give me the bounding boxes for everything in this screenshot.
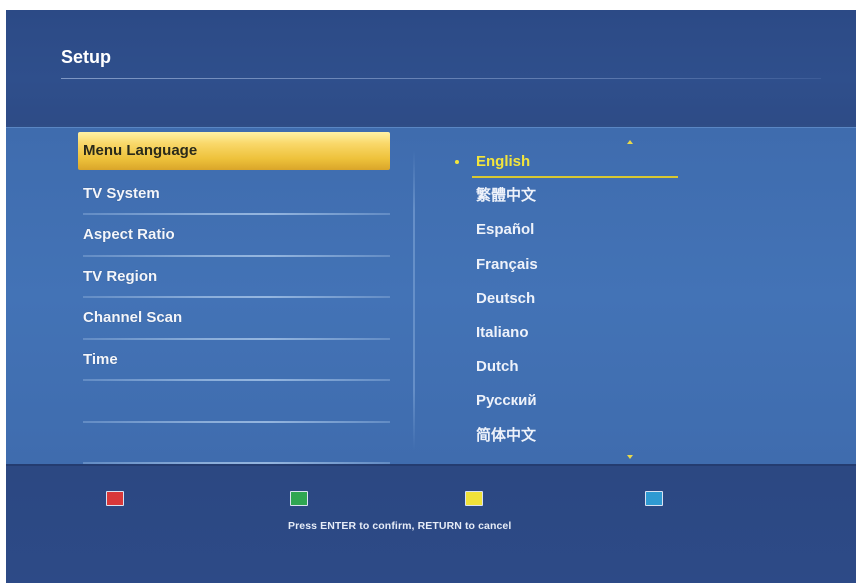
setup-screen: Setup Menu Language TV System Aspect Rat… <box>6 10 856 583</box>
language-list: English 繁體中文 Español Français Deutsch It… <box>455 152 696 460</box>
selected-bullet-icon <box>455 160 459 164</box>
page-title: Setup <box>61 47 112 67</box>
menu-item-empty <box>78 381 390 423</box>
menu-item-label: Aspect Ratio <box>83 226 175 243</box>
language-option-french[interactable]: Français <box>476 255 696 289</box>
menu-item-label: Menu Language <box>83 142 198 159</box>
footer-bar: Press ENTER to confirm, RETURN to cancel <box>6 464 856 583</box>
language-label: 繁體中文 <box>476 187 537 205</box>
menu-item-tv-system[interactable]: TV System <box>78 174 390 215</box>
red-key-icon[interactable] <box>106 491 124 506</box>
language-label: Italiano <box>476 323 529 341</box>
column-divider <box>413 150 415 450</box>
header: Setup <box>6 10 856 125</box>
language-option-english[interactable]: English <box>455 152 696 186</box>
language-option-italian[interactable]: Italiano <box>476 323 696 357</box>
menu-item-label: Channel Scan <box>83 309 183 326</box>
language-option-russian[interactable]: Русский <box>476 391 696 425</box>
help-hint: Press ENTER to confirm, RETURN to cancel <box>288 520 512 532</box>
menu-item-label: TV Region <box>83 267 158 285</box>
language-label: Dutch <box>476 358 519 376</box>
green-key-icon[interactable] <box>290 491 308 506</box>
language-label: Русский <box>476 392 537 410</box>
language-label: Français <box>476 255 538 273</box>
menu-item-label: Time <box>83 350 118 368</box>
menu-item-channel-scan[interactable]: Channel Scan <box>78 298 390 340</box>
menu-item-label: TV System <box>83 184 160 202</box>
language-label: English <box>476 153 531 170</box>
settings-panel: Menu Language TV System Aspect Ratio TV … <box>6 127 856 464</box>
menu-item-tv-region[interactable]: TV Region <box>78 257 390 298</box>
blue-key-icon[interactable] <box>645 491 663 506</box>
menu-item-aspect-ratio[interactable]: Aspect Ratio <box>78 215 390 257</box>
language-label: Deutsch <box>476 289 536 307</box>
language-option-spanish[interactable]: Español <box>476 220 696 254</box>
setup-menu: Menu Language TV System Aspect Ratio TV … <box>78 132 390 464</box>
selection-underline <box>472 176 678 178</box>
language-option-traditional-chinese[interactable]: 繁體中文 <box>476 186 696 220</box>
menu-item-menu-language[interactable]: Menu Language <box>78 132 390 170</box>
language-label: Español <box>476 221 535 239</box>
menu-item-empty <box>78 423 390 464</box>
language-option-simplified-chinese[interactable]: 简体中文 <box>476 426 696 460</box>
language-option-german[interactable]: Deutsch <box>476 289 696 323</box>
yellow-key-icon[interactable] <box>465 491 483 506</box>
menu-item-time[interactable]: Time <box>78 340 390 381</box>
language-option-dutch[interactable]: Dutch <box>476 357 696 391</box>
scroll-up-icon[interactable] <box>627 140 633 144</box>
language-label: 简体中文 <box>476 426 537 444</box>
title-divider <box>61 78 821 79</box>
